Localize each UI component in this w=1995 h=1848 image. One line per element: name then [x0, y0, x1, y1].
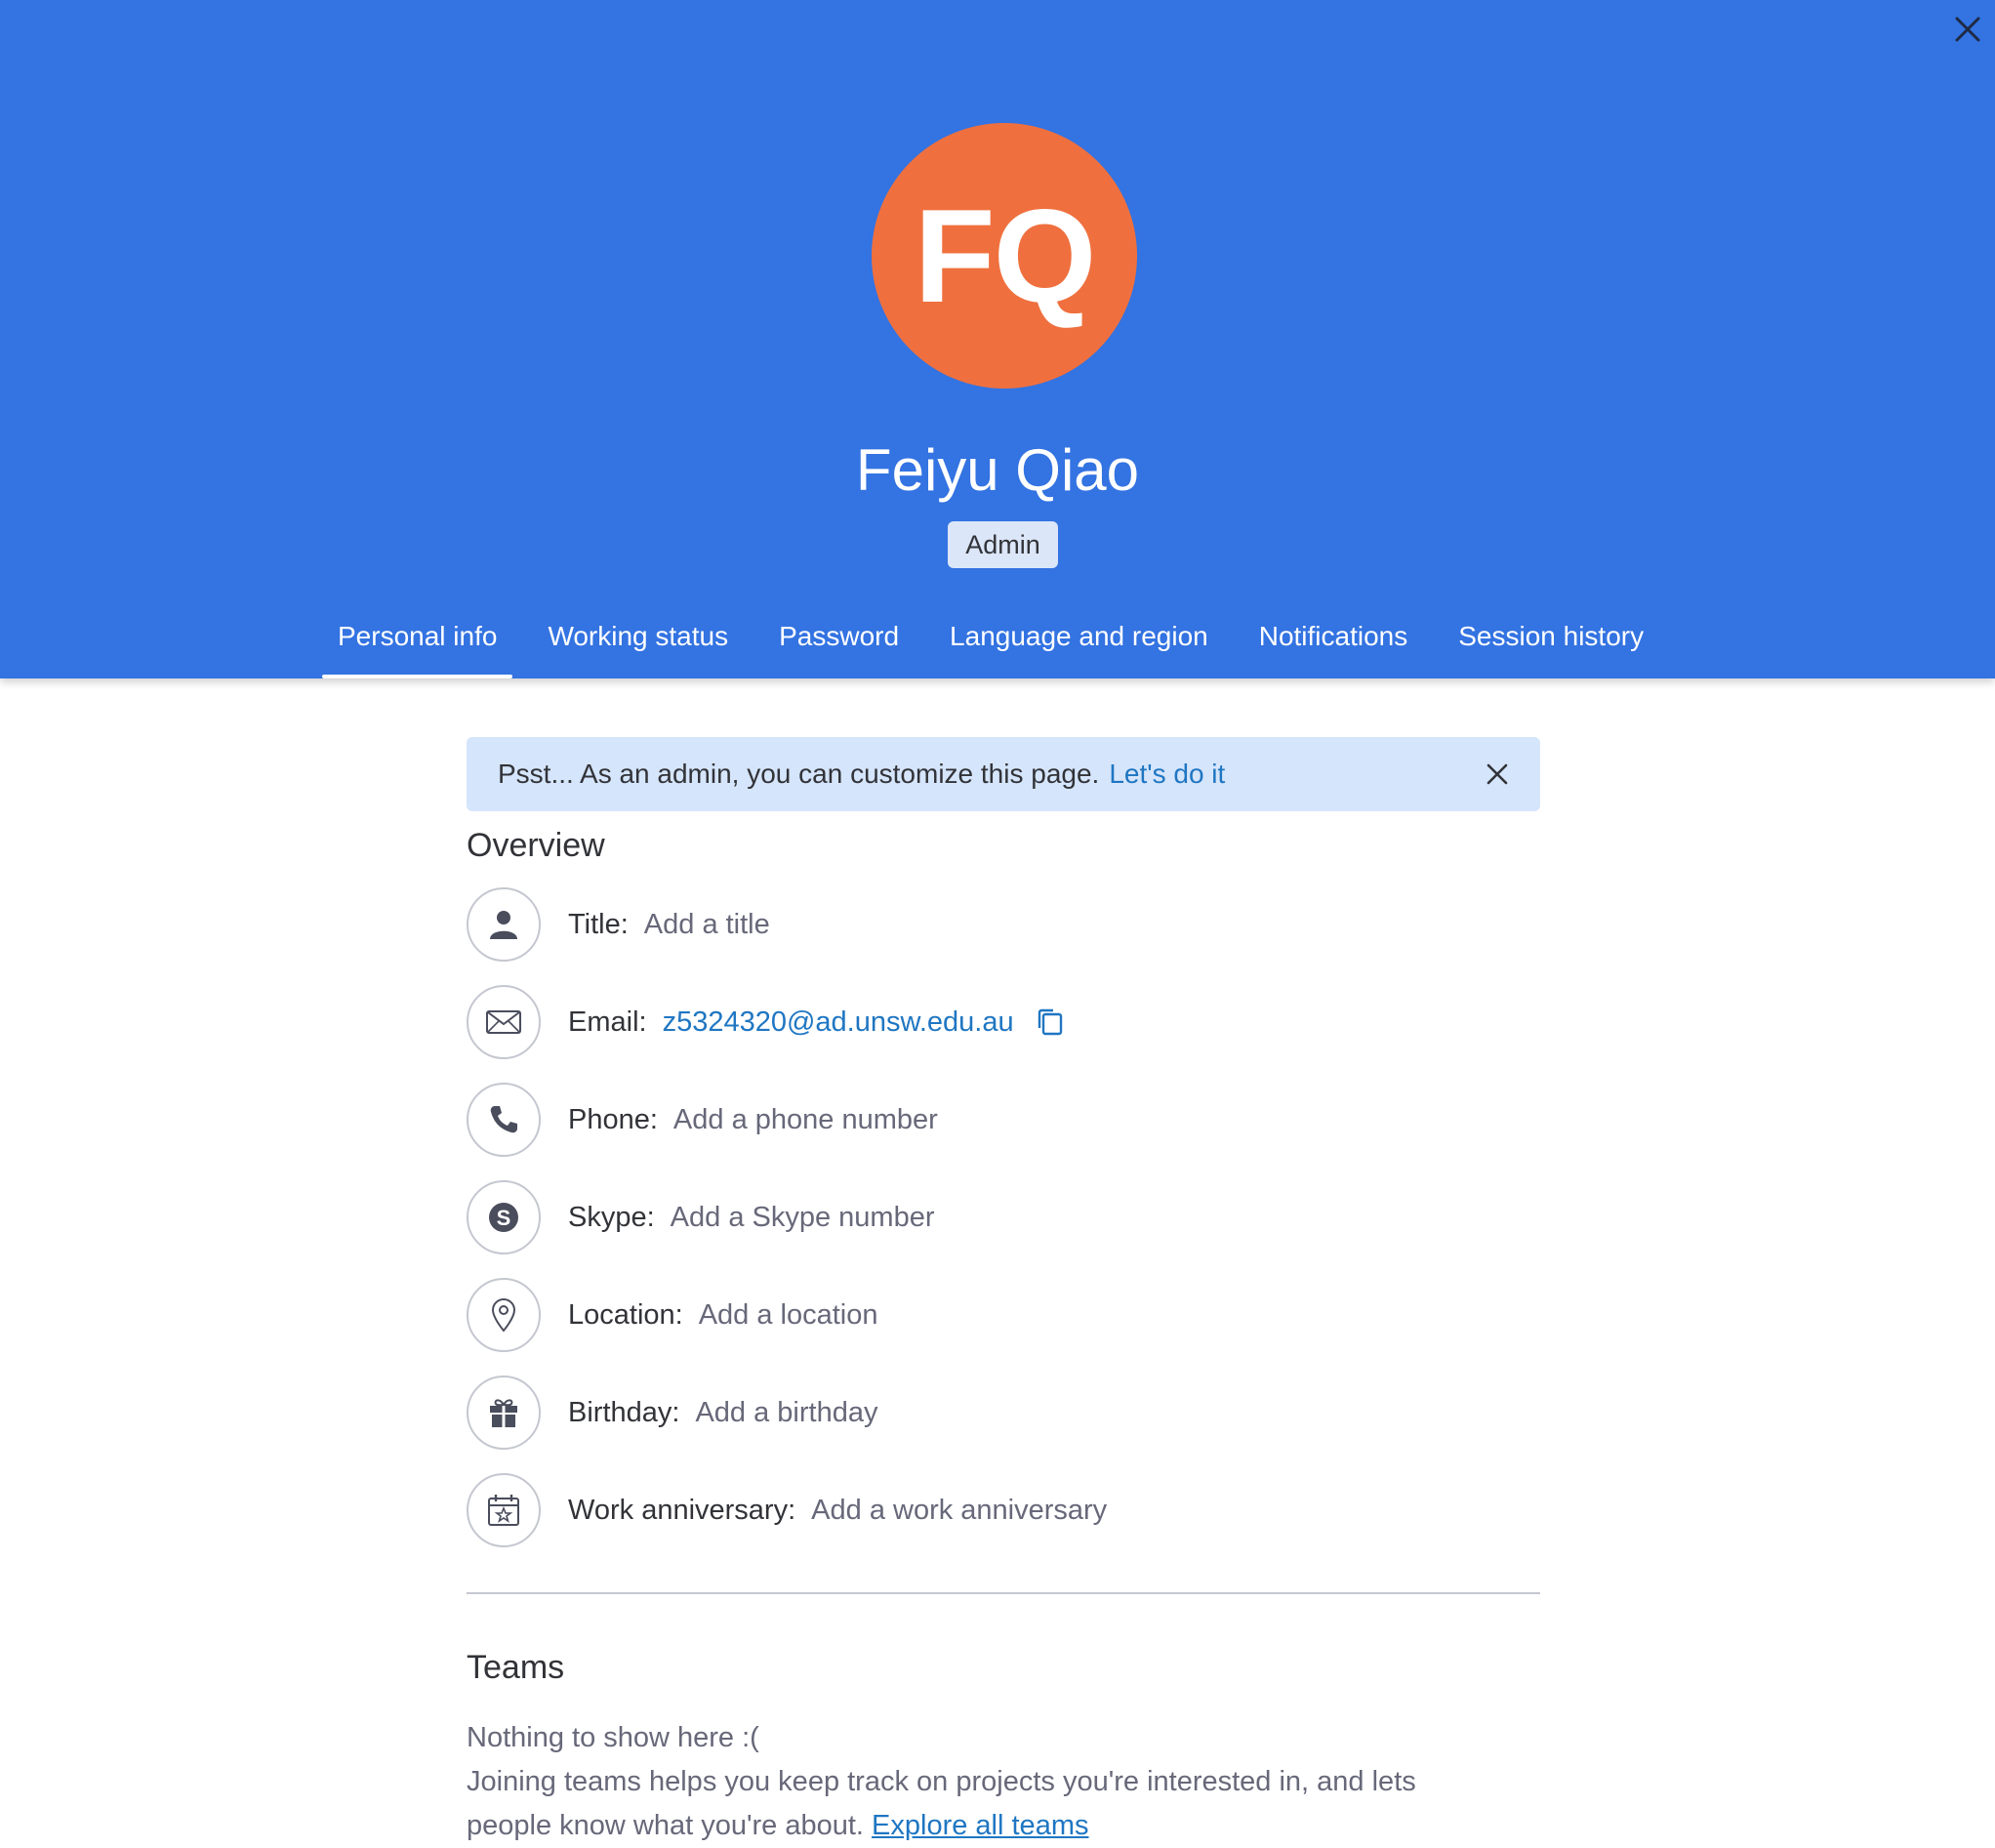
- teams-description-cont-text: people know what you're about.: [467, 1810, 864, 1841]
- work-anniversary-value[interactable]: Add a work anniversary: [811, 1495, 1107, 1527]
- overview-row-location: Location: Add a location: [467, 1276, 878, 1354]
- section-divider: [467, 1592, 1540, 1594]
- tab-language-and-region[interactable]: Language and region: [934, 611, 1224, 678]
- teams-empty-text: Nothing to show here :(: [467, 1722, 759, 1753]
- overview-row-work-anniversary: Work anniversary: Add a work anniversary: [467, 1471, 1107, 1549]
- tab-personal-info[interactable]: Personal info: [322, 611, 513, 678]
- banner-close-icon[interactable]: [1482, 759, 1513, 790]
- copy-icon[interactable]: [1034, 1006, 1065, 1038]
- birthday-value[interactable]: Add a birthday: [695, 1397, 877, 1429]
- profile-header: FQ Feiyu Qiao Admin Personal info Workin…: [0, 0, 1995, 678]
- work-anniversary-label: Work anniversary:: [568, 1494, 796, 1526]
- role-badge: Admin: [948, 521, 1058, 568]
- location-pin-icon: [467, 1278, 541, 1352]
- skype-value[interactable]: Add a Skype number: [671, 1202, 935, 1234]
- avatar-initials: FQ: [914, 182, 1097, 330]
- svg-text:S: S: [497, 1206, 511, 1230]
- phone-label: Phone:: [568, 1103, 658, 1135]
- banner-text: Psst... As an admin, you can customize t…: [498, 759, 1100, 789]
- phone-value[interactable]: Add a phone number: [673, 1104, 938, 1136]
- overview-row-birthday: Birthday: Add a birthday: [467, 1374, 877, 1452]
- location-value[interactable]: Add a location: [699, 1299, 878, 1332]
- calendar-star-icon: [467, 1473, 541, 1547]
- overview-row-email: Email: z5324320@ad.unsw.edu.au: [467, 983, 1065, 1061]
- envelope-icon: [467, 985, 541, 1059]
- skype-label: Skype:: [568, 1201, 655, 1233]
- overview-row-title: Title: Add a title: [467, 885, 770, 964]
- location-label: Location:: [568, 1298, 683, 1331]
- gift-icon: [467, 1376, 541, 1450]
- profile-name: Feiyu Qiao: [855, 437, 1140, 503]
- admin-banner: Psst... As an admin, you can customize t…: [467, 737, 1540, 811]
- title-label: Title:: [568, 908, 629, 940]
- person-icon: [467, 887, 541, 962]
- banner-link[interactable]: Let's do it: [1109, 759, 1225, 790]
- profile-tabs: Personal info Working status Password La…: [322, 611, 1679, 678]
- overview-row-phone: Phone: Add a phone number: [467, 1081, 938, 1159]
- explore-teams-link[interactable]: Explore all teams: [872, 1810, 1088, 1841]
- teams-description: Joining teams helps you keep track on pr…: [467, 1766, 1416, 1797]
- teams-description-cont: people know what you're about. Explore a…: [467, 1804, 1088, 1848]
- overview-title: Overview: [467, 827, 605, 864]
- skype-icon: S: [467, 1180, 541, 1254]
- overview-row-skype: S Skype: Add a Skype number: [467, 1178, 935, 1256]
- tab-notifications[interactable]: Notifications: [1243, 611, 1424, 678]
- email-label: Email:: [568, 1006, 647, 1038]
- email-value[interactable]: z5324320@ad.unsw.edu.au: [663, 1006, 1014, 1039]
- tab-session-history[interactable]: Session history: [1443, 611, 1659, 678]
- phone-icon: [467, 1083, 541, 1157]
- birthday-label: Birthday:: [568, 1396, 680, 1428]
- tab-working-status[interactable]: Working status: [532, 611, 744, 678]
- close-icon[interactable]: [1950, 12, 1985, 47]
- teams-title: Teams: [467, 1649, 565, 1686]
- avatar[interactable]: FQ: [872, 123, 1137, 389]
- tab-password[interactable]: Password: [763, 611, 915, 678]
- title-value[interactable]: Add a title: [644, 909, 770, 941]
